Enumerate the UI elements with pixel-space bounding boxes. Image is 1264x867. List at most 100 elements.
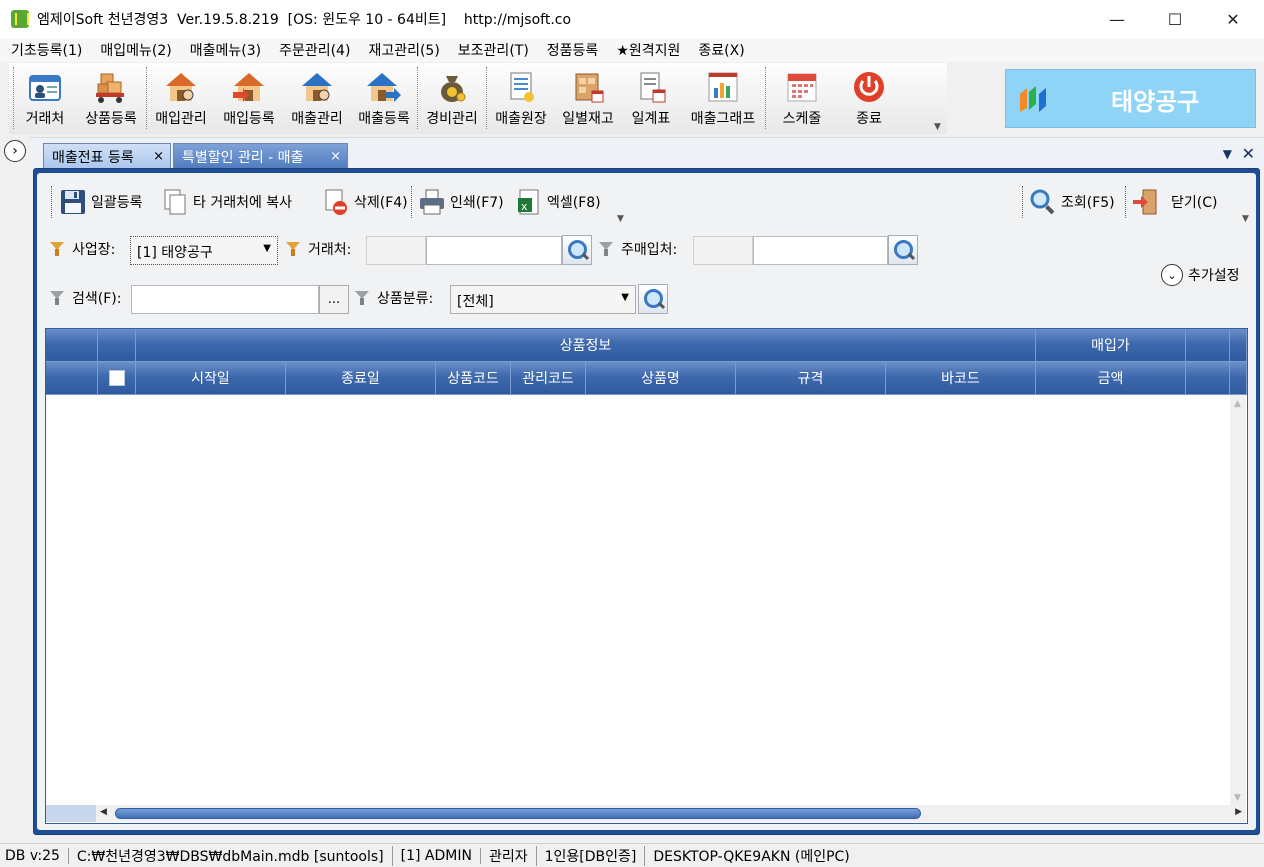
menu-auxiliary[interactable]: 보조관리(T) bbox=[449, 40, 538, 60]
menu-purchase[interactable]: 매입메뉴(2) bbox=[91, 40, 180, 60]
col-product-name[interactable]: 상품명 bbox=[586, 362, 736, 395]
toolbar-sales-manage-button[interactable]: 매출관리 bbox=[283, 63, 351, 134]
grid-select-all-cell[interactable] bbox=[98, 362, 136, 395]
magnifier-icon bbox=[1029, 188, 1057, 216]
toolbar-exit-button[interactable]: 종료 bbox=[838, 63, 900, 134]
bulk-register-button[interactable]: 일괄등록 bbox=[59, 186, 143, 218]
menu-license[interactable]: 정품등록 bbox=[538, 40, 608, 60]
customer-name-field[interactable] bbox=[426, 236, 562, 265]
col-amount[interactable]: 금액 bbox=[1036, 362, 1186, 395]
main-supplier-code-field[interactable] bbox=[693, 236, 753, 265]
customer-filter: 거래처: bbox=[286, 239, 351, 259]
tab-special-discount-sales[interactable]: 특별할인 관리 - 매출 × bbox=[173, 143, 348, 170]
col-barcode[interactable]: 바코드 bbox=[886, 362, 1036, 395]
business-filter: 사업장: bbox=[50, 239, 115, 259]
extra-settings-label: 추가설정 bbox=[1188, 268, 1240, 284]
business-select[interactable]: [1] 태양공구 ▼ bbox=[130, 236, 278, 265]
toolbar-daily-report-button[interactable]: 일계표 bbox=[621, 63, 681, 134]
house-arrow-in-icon bbox=[231, 70, 267, 104]
menu-inventory[interactable]: 재고관리(5) bbox=[359, 40, 448, 60]
panel-content: 일괄등록 타 거래처에 복사 삭제(F4) 인쇄(F7) x 엑셀(F8) ▼ … bbox=[37, 173, 1256, 830]
col-start-date[interactable]: 시작일 bbox=[136, 362, 286, 395]
grid-header-scroll-filler bbox=[1230, 362, 1247, 395]
main-panel: 일괄등록 타 거래처에 복사 삭제(F4) 인쇄(F7) x 엑셀(F8) ▼ … bbox=[33, 168, 1260, 835]
toolbar-label: 종료 bbox=[856, 111, 882, 127]
scroll-left-icon[interactable]: ◀ bbox=[100, 807, 107, 817]
toolbar-sales-register-button[interactable]: 매출등록 bbox=[351, 63, 417, 134]
main-supplier-search-icon[interactable] bbox=[888, 235, 918, 265]
maximize-button[interactable]: ☐ bbox=[1146, 0, 1204, 38]
side-panel-toggle-icon[interactable]: › bbox=[4, 140, 26, 162]
toolbar-products-button[interactable]: 상품등록 bbox=[76, 63, 146, 134]
toolbar-sales-ledger-button[interactable]: 매출원장 bbox=[487, 63, 555, 134]
col-manage-code[interactable]: 관리코드 bbox=[511, 362, 586, 395]
copy-to-other-customer-button[interactable]: 타 거래처에 복사 bbox=[161, 186, 292, 218]
excel-button[interactable]: x 엑셀(F8) bbox=[515, 186, 601, 218]
select-all-checkbox[interactable] bbox=[108, 370, 125, 386]
customer-code-field[interactable] bbox=[366, 236, 426, 265]
col-end-date[interactable]: 종료일 bbox=[286, 362, 436, 395]
toolbar-daily-stock-button[interactable]: 일별재고 bbox=[555, 63, 621, 134]
search-button[interactable]: 조회(F5) bbox=[1029, 186, 1115, 218]
toolbar-sales-graph-button[interactable]: 매출그래프 bbox=[681, 63, 765, 134]
tab-sales-slip-register[interactable]: 매출전표 등록 × bbox=[43, 143, 171, 170]
horizontal-scroll-thumb[interactable] bbox=[115, 808, 921, 819]
toolbar-label: 매출그래프 bbox=[690, 111, 756, 127]
close-document-icon[interactable]: ✕ bbox=[1242, 144, 1255, 163]
main-supplier-label: 주매입처: bbox=[621, 242, 678, 258]
extra-settings-button[interactable]: ⌄ 추가설정 bbox=[1161, 264, 1240, 286]
toolbar-schedule-button[interactable]: 스케줄 bbox=[766, 63, 838, 134]
category-search-icon[interactable] bbox=[638, 284, 668, 314]
toolbar-label: 일계표 bbox=[631, 111, 671, 127]
exit-door-icon bbox=[1131, 188, 1159, 216]
menu-basic-registration[interactable]: 기초등록(1) bbox=[2, 40, 91, 60]
category-label: 상품분류: bbox=[377, 291, 434, 307]
toolbar-label: 거래처 bbox=[25, 111, 65, 127]
toolbar-overflow-button[interactable]: ▼ bbox=[1242, 214, 1249, 224]
filter-funnel-icon bbox=[50, 241, 64, 257]
toolbar-separator bbox=[1125, 186, 1126, 218]
scroll-right-icon[interactable]: ▶ bbox=[1235, 807, 1242, 817]
scroll-down-icon[interactable]: ▼ bbox=[1234, 793, 1241, 803]
tab-close-icon[interactable]: × bbox=[153, 149, 164, 164]
toolbar-purchase-register-button[interactable]: 매입등록 bbox=[215, 63, 283, 134]
menu-remote-support[interactable]: ★원격지원 bbox=[607, 40, 689, 60]
status-license: 1인용[DB인증] bbox=[537, 845, 646, 866]
close-form-button[interactable]: 닫기(C) bbox=[1131, 186, 1217, 218]
customer-search-icon[interactable] bbox=[562, 235, 592, 265]
col-spec[interactable]: 규격 bbox=[736, 362, 886, 395]
search-input[interactable] bbox=[131, 285, 319, 314]
tab-close-icon[interactable]: × bbox=[330, 149, 341, 164]
toolbar-expenses-button[interactable]: 경비관리 bbox=[418, 63, 486, 134]
toolbar-label: 매입등록 bbox=[223, 111, 275, 127]
delete-button[interactable]: 삭제(F4) bbox=[322, 186, 408, 218]
menu-orders[interactable]: 주문관리(4) bbox=[270, 40, 359, 60]
grid-row-header-top bbox=[46, 329, 98, 362]
col-product-code[interactable]: 상품코드 bbox=[436, 362, 511, 395]
tab-label: 매출전표 등록 bbox=[52, 150, 134, 166]
menu-exit[interactable]: 종료(X) bbox=[689, 40, 753, 60]
status-machine: DESKTOP-QKE9AKN (메인PC) bbox=[653, 848, 850, 865]
print-button[interactable]: 인쇄(F7) bbox=[418, 186, 504, 218]
chevron-down-circle-icon: ⌄ bbox=[1161, 264, 1183, 286]
toolbar-overflow-button[interactable]: ▼ bbox=[617, 214, 624, 224]
search-options-button[interactable]: ... bbox=[319, 285, 349, 314]
vertical-scrollbar[interactable]: ▲ ▼ bbox=[1230, 395, 1246, 805]
title-bar: 엠제이Soft 천년경영3 Ver.19.5.8.219 [OS: 윈도우 10… bbox=[0, 0, 1264, 38]
minimize-button[interactable]: — bbox=[1088, 0, 1146, 38]
toolbar-purchase-manage-button[interactable]: 매입관리 bbox=[147, 63, 215, 134]
scroll-up-icon[interactable]: ▲ bbox=[1234, 399, 1241, 409]
filter-funnel-icon bbox=[355, 290, 369, 306]
toolbar-overflow-button[interactable]: ▼ bbox=[934, 122, 941, 132]
category-select[interactable]: [전체] ▼ bbox=[450, 285, 636, 314]
horizontal-scrollbar[interactable]: ◀ ▶ bbox=[96, 805, 1246, 822]
tab-list-dropdown-icon[interactable]: ▼ bbox=[1223, 147, 1232, 161]
ledger-icon bbox=[503, 70, 539, 104]
chevron-down-icon: ▼ bbox=[621, 292, 629, 303]
toolbar-customers-button[interactable]: 거래처 bbox=[14, 63, 76, 134]
menu-sales[interactable]: 매출메뉴(3) bbox=[181, 40, 270, 60]
toolbar-separator bbox=[411, 186, 412, 218]
main-supplier-name-field[interactable] bbox=[753, 236, 888, 265]
house-arrow-out-icon bbox=[366, 70, 402, 104]
close-window-button[interactable]: ✕ bbox=[1204, 0, 1262, 38]
